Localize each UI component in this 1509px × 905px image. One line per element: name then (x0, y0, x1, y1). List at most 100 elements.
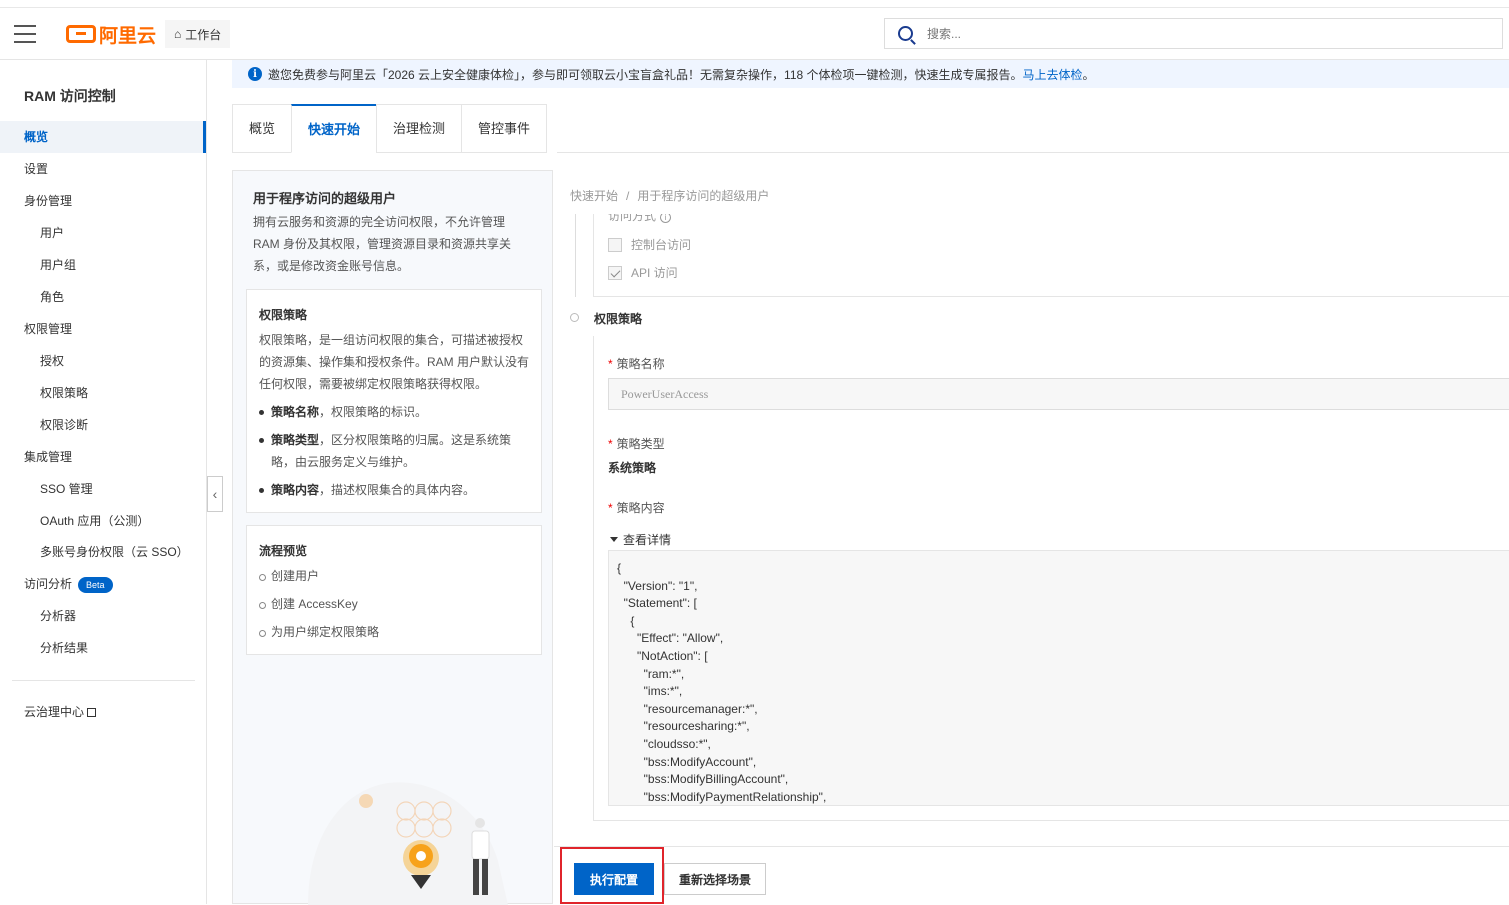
checkbox-label: API 访问 (631, 266, 678, 280)
notice-link[interactable]: 马上去体检 (1023, 66, 1083, 83)
checkbox-label: 控制台访问 (631, 238, 692, 252)
sidebar-item-label: SSO 管理 (40, 482, 93, 496)
view-details-toggle[interactable]: 查看详情 (610, 531, 671, 548)
sidebar-item[interactable]: 分析器 (0, 600, 206, 632)
search-box[interactable] (884, 18, 1503, 49)
policy-card-title: 权限策略 (259, 308, 308, 322)
sidebar-item[interactable]: 授权 (0, 345, 206, 377)
breadcrumb-item-current: 用于程序访问的超级用户 (637, 189, 770, 203)
policy-type-value: 系统策略 (608, 461, 657, 475)
tab-bar: 概览 快速开始 治理检测 管控事件 (232, 104, 548, 153)
policy-bullet: 策略内容，描述权限集合的具体内容。 (259, 479, 529, 501)
step-title: 权限策略 (594, 312, 643, 326)
sidebar-item[interactable]: 权限策略 (0, 377, 206, 409)
sidebar-item[interactable]: 集成管理 (0, 441, 206, 473)
scenario-config-panel: 快速开始 / 用于程序访问的超级用户 访问方式 i 控制台访问 API 访问 权限策略… (554, 170, 1509, 904)
info-icon: i (248, 67, 262, 81)
workbench-label: 工作台 (185, 27, 222, 42)
policy-section: * 策略名称 PowerUserAccess * 策略类型 系统策略 * 策略内容 查… (593, 336, 1509, 821)
tab-governance-check[interactable]: 治理检测 (376, 104, 462, 153)
step-connector (575, 214, 576, 297)
breadcrumb-item[interactable]: 快速开始 (570, 189, 618, 203)
tab-overview[interactable]: 概览 (232, 104, 292, 153)
sidebar-item[interactable]: OAuth 应用（公测） (0, 505, 206, 537)
policy-card-body: 权限策略，是一组访问权限的集合，可描述被授权的资源集、操作集和授权条件。RAM … (259, 333, 530, 391)
policy-bullet: 策略名称，权限策略的标识。 (259, 401, 529, 423)
policy-json-viewer[interactable]: { "Version": "1", "Statement": [ { "Effe… (608, 550, 1509, 806)
execute-config-button[interactable]: 执行配置 (574, 863, 654, 895)
policy-name-label: * 策略名称 (608, 357, 665, 371)
sidebar-item[interactable]: SSO 管理 (0, 473, 206, 505)
chevron-left-icon: ‹ (212, 486, 218, 502)
external-link-icon (87, 708, 97, 717)
sidebar-item-label: OAuth 应用（公测） (40, 514, 150, 528)
policy-name-field: PowerUserAccess (608, 378, 1509, 410)
sidebar-item[interactable]: 权限管理 (0, 313, 206, 345)
breadcrumb: 快速开始 / 用于程序访问的超级用户 (570, 187, 769, 204)
sidebar-item[interactable]: 身份管理 (0, 185, 206, 217)
sidebar-item[interactable]: 角色 (0, 281, 206, 313)
footer-divider (554, 846, 1509, 847)
flow-step: 创建 AccessKey (259, 593, 529, 615)
policy-json-text: { "Version": "1", "Statement": [ { "Effe… (617, 561, 827, 804)
sidebar-item-label: 授权 (40, 354, 65, 368)
checkbox-box-checked[interactable] (608, 265, 622, 280)
tabs-divider (557, 152, 1509, 153)
sidebar-item-label: 身份管理 (24, 194, 73, 208)
sidebar-collapse-handle[interactable]: ‹ (207, 476, 223, 512)
tab-control-events[interactable]: 管控事件 (461, 104, 548, 153)
top-edge (0, 0, 1509, 8)
sidebar: RAM 访问控制 概览设置身份管理用户用户组角色权限管理授权权限策略权限诊断集成… (0, 60, 207, 904)
sidebar-item-label: 设置 (24, 162, 49, 176)
access-method-section: 访问方式 i 控制台访问 API 访问 (593, 214, 1509, 297)
sidebar-item-label: 概览 (24, 130, 49, 144)
sidebar-item-label: 用户组 (40, 258, 77, 272)
notice-text: 邀您免费参与阿里云「2026 云上安全健康体检」，参与即可领取云小宝盲盒礼品！无… (268, 67, 1023, 82)
checkbox-box[interactable] (608, 237, 622, 252)
workbench-button[interactable]: ⌂ 工作台 (165, 20, 231, 48)
sidebar-link-label: 云治理中心 (24, 705, 85, 719)
sidebar-item-label: 角色 (40, 290, 65, 304)
sidebar-item-label: 分析结果 (40, 641, 89, 655)
policy-content-label: * 策略内容 (608, 501, 665, 515)
sidebar-item[interactable]: 用户 (0, 217, 206, 249)
sidebar-item-label: 访问分析 (24, 577, 73, 591)
console-access-checkbox[interactable]: 控制台访问 (608, 236, 691, 253)
sidebar-item[interactable]: 用户组 (0, 249, 206, 281)
notice-banner: i 邀您免费参与阿里云「2026 云上安全健康体检」，参与即可领取云小宝盲盒礼品… (232, 60, 1509, 88)
decorative-illustration (308, 782, 508, 905)
flow-card-title: 流程预览 (259, 544, 308, 558)
home-icon: ⌂ (174, 27, 182, 41)
access-method-label: 访问方式 i (608, 214, 672, 224)
policy-info-card: 权限策略 权限策略，是一组访问权限的集合，可描述被授权的资源集、操作集和授权条件… (246, 289, 542, 513)
sidebar-item[interactable]: 权限诊断 (0, 409, 206, 441)
caret-down-icon (610, 537, 618, 542)
step-indicator (570, 313, 579, 322)
sidebar-title: RAM 访问控制 (24, 88, 116, 104)
scenario-title: 用于程序访问的超级用户 (253, 191, 397, 206)
breadcrumb-separator: / (626, 189, 630, 203)
sidebar-item[interactable]: 访问分析 Beta (0, 568, 206, 600)
sidebar-item[interactable]: 概览 (0, 121, 206, 153)
search-icon (898, 26, 913, 41)
sidebar-link-cloud-governance[interactable]: 云治理中心 (0, 696, 206, 728)
logo-mark-icon (66, 25, 96, 43)
aliyun-logo[interactable]: 阿里云 (66, 22, 156, 47)
tab-quick-start[interactable]: 快速开始 (291, 104, 377, 153)
beta-badge: Beta (78, 576, 113, 593)
sidebar-divider (12, 680, 195, 681)
reselect-scenario-button[interactable]: 重新选择场景 (664, 863, 766, 895)
sidebar-item[interactable]: 分析结果 (0, 632, 206, 664)
sidebar-item-label: 集成管理 (24, 450, 73, 464)
sidebar-item[interactable]: 多账号身份权限（云 SSO） (0, 536, 206, 568)
sidebar-item-label: 权限诊断 (40, 418, 89, 432)
help-icon[interactable]: i (660, 214, 672, 223)
policy-bullet: 策略类型，区分权限策略的归属。这是系统策略，由云服务定义与维护。 (259, 429, 529, 473)
api-access-checkbox[interactable]: API 访问 (608, 264, 678, 281)
menu-icon[interactable] (14, 25, 36, 43)
sidebar-item-label: 权限管理 (24, 322, 73, 336)
sidebar-item[interactable]: 设置 (0, 153, 206, 185)
search-input[interactable] (927, 26, 1467, 41)
policy-type-label: * 策略类型 (608, 437, 665, 451)
scenario-description: 拥有云服务和资源的完全访问权限，不允许管理 RAM 身份及其权限，管理资源目录和… (253, 215, 512, 273)
